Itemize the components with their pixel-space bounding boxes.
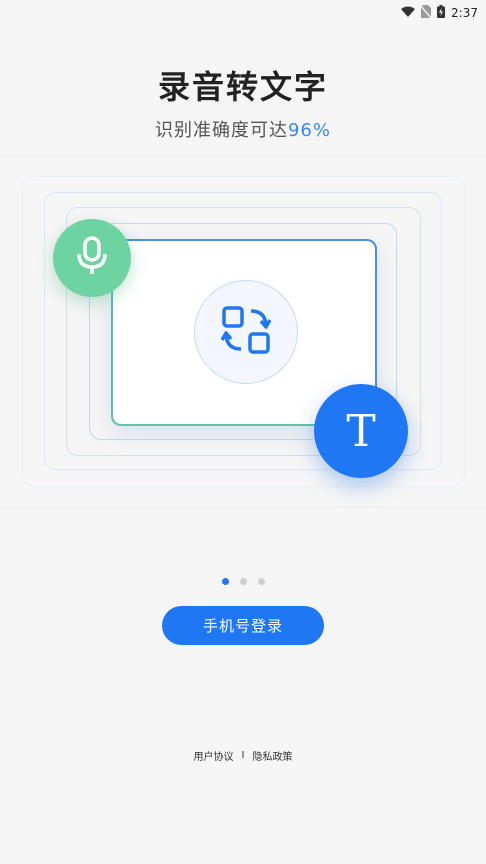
- page-dot: [239, 578, 247, 585]
- accuracy-percent: 96%: [287, 120, 331, 141]
- page-dot: [257, 578, 265, 585]
- status-bar: 2:37: [0, 0, 486, 20]
- subtitle-text: 识别准确度可达: [154, 120, 288, 141]
- page-title: 录音转文字: [157, 68, 328, 106]
- footer-separator: I: [241, 750, 245, 761]
- microphone-icon: [75, 236, 109, 280]
- no-sim-icon: [420, 3, 432, 22]
- wifi-icon: [401, 3, 416, 22]
- divider: [0, 155, 486, 156]
- status-time: 2:37: [451, 5, 478, 20]
- user-agreement-link[interactable]: 用户协议: [194, 748, 234, 763]
- phone-login-button[interactable]: 手机号登录: [162, 606, 324, 645]
- divider: [0, 507, 486, 508]
- status-icons: 2:37: [401, 3, 478, 22]
- privacy-policy-link[interactable]: 隐私政策: [252, 748, 292, 763]
- page-subtitle: 识别准确度可达96%: [0, 116, 486, 142]
- page-indicator: [0, 578, 486, 585]
- text-symbol: T: [346, 405, 376, 457]
- page-dot: [221, 578, 229, 585]
- onboarding-screen: 2:37 录音转文字 识别准确度可达96% T 手机号登录 用户协议 I 隐私政…: [0, 0, 486, 864]
- footer-links: 用户协议 I 隐私政策: [0, 748, 486, 763]
- microphone-badge: [53, 219, 131, 297]
- onboarding-illustration: T: [0, 160, 486, 505]
- text-badge: T: [314, 384, 408, 478]
- battery-charging-icon: [437, 3, 446, 22]
- convert-icon: [220, 305, 272, 359]
- convert-badge: [194, 280, 298, 384]
